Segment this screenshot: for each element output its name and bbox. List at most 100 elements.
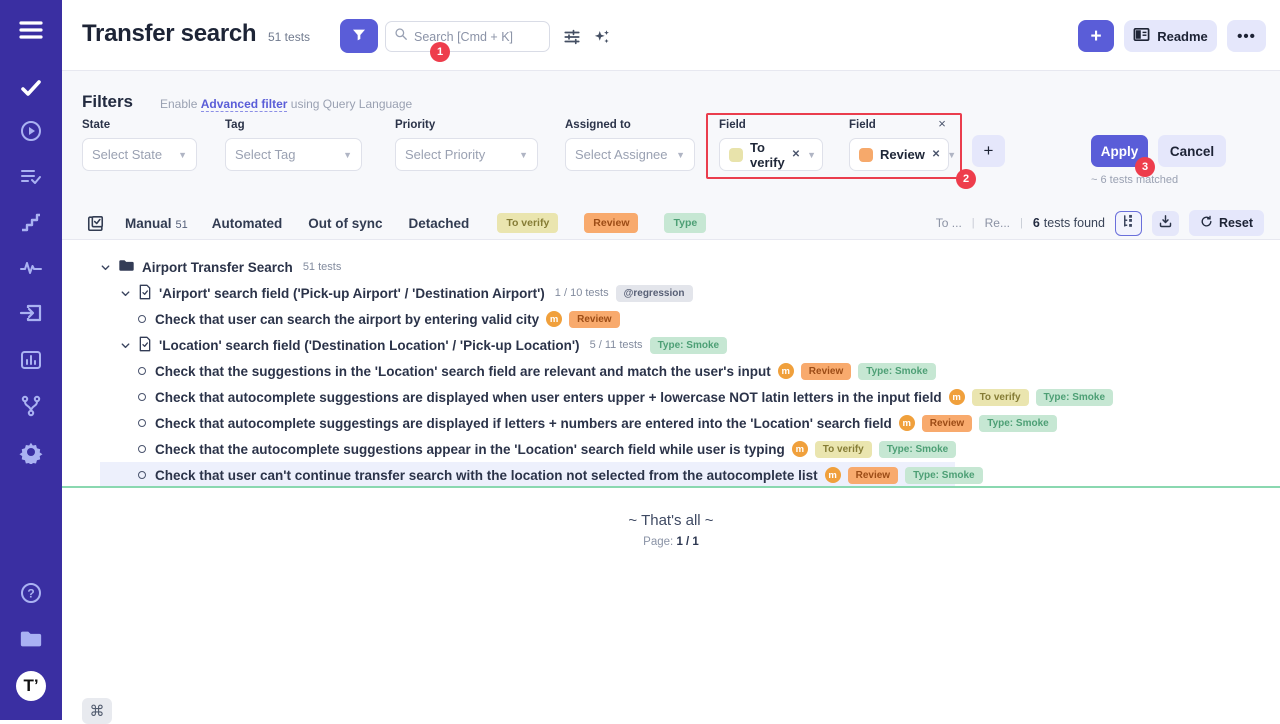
settings-gear-icon[interactable] xyxy=(19,440,43,464)
test-tree-content: Airport Transfer Search 51 tests 'Airpor… xyxy=(62,240,1280,720)
book-icon xyxy=(1133,27,1150,45)
field-select-to-verify[interactable]: To verify ✕ ▼ xyxy=(719,138,823,171)
funnel-icon xyxy=(351,27,367,46)
tree-row-suite[interactable]: 'Airport' search field ('Pick-up Airport… xyxy=(62,280,1280,306)
test-status-bullet[interactable] xyxy=(138,419,146,427)
truncated-re-filter[interactable]: Re... xyxy=(985,216,1010,230)
hamburger-menu-icon[interactable] xyxy=(19,18,43,42)
filter-pill-to-verify[interactable]: To verify xyxy=(497,213,558,233)
tree-row-test[interactable]: Check that autocomplete suggestions are … xyxy=(62,384,1280,410)
help-icon[interactable]: ? xyxy=(19,581,43,605)
type-smoke-pill[interactable]: Type: Smoke xyxy=(979,415,1057,432)
search-box[interactable] xyxy=(385,21,550,52)
tree-row-test[interactable]: Check that the autocomplete suggestions … xyxy=(62,436,1280,462)
to-verify-pill[interactable]: To verify xyxy=(815,441,872,458)
tree-row-folder[interactable]: Airport Transfer Search 51 tests xyxy=(62,254,1280,280)
analytics-chart-icon[interactable] xyxy=(19,348,43,372)
activity-pulse-icon[interactable] xyxy=(19,256,43,280)
import-box-icon[interactable] xyxy=(19,301,43,325)
assignee-select[interactable]: Select Assignee ▼ xyxy=(565,138,695,171)
regression-tag-pill[interactable]: @regression xyxy=(616,285,693,302)
filter-group-state: State Select State ▼ xyxy=(82,119,197,171)
tests-check-icon[interactable] xyxy=(19,76,43,100)
field-select-review[interactable]: Review ✕ ▼ xyxy=(849,138,949,171)
truncated-to-filter[interactable]: To ... xyxy=(936,216,962,230)
filter-pill-review[interactable]: Review xyxy=(584,213,638,233)
folder-tests-count: 51 tests xyxy=(303,261,342,273)
more-options-button[interactable]: ••• xyxy=(1227,20,1266,52)
search-input[interactable] xyxy=(414,30,541,44)
test-title[interactable]: Check that user can search the airport b… xyxy=(155,312,539,327)
close-field-filters-icon[interactable]: × xyxy=(934,115,950,131)
reset-button[interactable]: Reset xyxy=(1189,210,1264,236)
suite-name[interactable]: 'Location' search field ('Destination Lo… xyxy=(159,338,580,353)
filter-label-assignee: Assigned to xyxy=(565,119,695,131)
type-smoke-pill[interactable]: Type: Smoke xyxy=(650,337,728,354)
test-status-bullet[interactable] xyxy=(138,367,146,375)
test-title[interactable]: Check that the autocomplete suggestions … xyxy=(155,442,785,457)
review-pill[interactable]: Review xyxy=(801,363,851,380)
type-smoke-pill[interactable]: Type: Smoke xyxy=(905,467,983,484)
review-pill[interactable]: Review xyxy=(922,415,972,432)
search-icon xyxy=(394,27,408,46)
tree-row-test[interactable]: Check that the suggestions in the 'Locat… xyxy=(62,358,1280,384)
test-status-bullet[interactable] xyxy=(138,315,146,323)
chevron-down-icon[interactable] xyxy=(119,339,131,351)
thats-all-text: ~ That's all ~ xyxy=(62,512,1280,529)
filter-button[interactable] xyxy=(340,19,378,53)
tab-automated[interactable]: Automated xyxy=(212,216,283,231)
type-smoke-pill[interactable]: Type: Smoke xyxy=(1036,389,1114,406)
test-title[interactable]: Check that autocomplete suggestions are … xyxy=(155,390,942,405)
priority-select[interactable]: Select Priority ▼ xyxy=(395,138,538,171)
select-all-icon[interactable] xyxy=(86,214,105,233)
cancel-button[interactable]: Cancel xyxy=(1158,135,1226,167)
test-status-bullet[interactable] xyxy=(138,393,146,401)
type-smoke-pill[interactable]: Type: Smoke xyxy=(879,441,957,458)
app-logo[interactable]: T’ xyxy=(16,671,46,701)
state-select[interactable]: Select State ▼ xyxy=(82,138,197,171)
remove-chip-icon[interactable]: ✕ xyxy=(932,149,940,160)
remove-chip-icon[interactable]: ✕ xyxy=(792,149,800,160)
manual-badge: m xyxy=(778,363,794,379)
review-pill[interactable]: Review xyxy=(569,311,619,328)
ai-sparkles-icon[interactable] xyxy=(592,27,612,47)
readme-button[interactable]: Readme xyxy=(1124,20,1217,52)
tree-row-test[interactable]: Check that user can search the airport b… xyxy=(62,306,1280,332)
test-title[interactable]: Check that user can't continue transfer … xyxy=(155,468,818,483)
filter-label-state: State xyxy=(82,119,197,131)
add-field-button[interactable]: + xyxy=(972,135,1005,167)
suite-name[interactable]: 'Airport' search field ('Pick-up Airport… xyxy=(159,286,545,301)
review-pill[interactable]: Review xyxy=(848,467,898,484)
adjustments-icon[interactable] xyxy=(562,27,582,47)
download-button[interactable] xyxy=(1152,211,1179,236)
chevron-down-icon[interactable] xyxy=(119,287,131,299)
tab-manual[interactable]: Manual 51 xyxy=(125,216,188,231)
tag-select[interactable]: Select Tag ▼ xyxy=(225,138,362,171)
filter-label-field-1: Field xyxy=(719,119,823,131)
filter-pill-type[interactable]: Type xyxy=(664,213,706,233)
branch-icon[interactable] xyxy=(19,394,43,418)
tab-detached[interactable]: Detached xyxy=(409,216,470,231)
tree-view-toggle-button[interactable] xyxy=(1115,211,1142,236)
test-status-bullet[interactable] xyxy=(138,471,146,479)
test-title[interactable]: Check that the suggestions in the 'Locat… xyxy=(155,364,771,379)
test-status-bullet[interactable] xyxy=(138,445,146,453)
suite-tests-count: 1 / 10 tests xyxy=(555,287,609,299)
test-title[interactable]: Check that autocomplete suggestings are … xyxy=(155,416,892,431)
add-button[interactable]: + xyxy=(1078,20,1114,52)
folder-name[interactable]: Airport Transfer Search xyxy=(142,260,293,275)
steps-icon[interactable] xyxy=(19,211,43,235)
runs-play-icon[interactable] xyxy=(19,119,43,143)
docs-folder-icon[interactable] xyxy=(19,627,43,651)
tree-row-test[interactable]: Check that autocomplete suggestings are … xyxy=(62,410,1280,436)
tree-view-icon xyxy=(1121,214,1136,232)
chevron-down-icon: ▼ xyxy=(519,150,528,160)
tree-row-suite[interactable]: 'Location' search field ('Destination Lo… xyxy=(62,332,1280,358)
advanced-filter-link[interactable]: Advanced filter xyxy=(201,97,288,112)
plans-list-check-icon[interactable] xyxy=(19,165,43,189)
type-smoke-pill[interactable]: Type: Smoke xyxy=(858,363,936,380)
chevron-down-icon[interactable] xyxy=(99,261,111,273)
tab-out-of-sync[interactable]: Out of sync xyxy=(308,216,382,231)
tree-row-test-selected[interactable]: Check that user can't continue transfer … xyxy=(62,462,1280,488)
to-verify-pill[interactable]: To verify xyxy=(972,389,1029,406)
